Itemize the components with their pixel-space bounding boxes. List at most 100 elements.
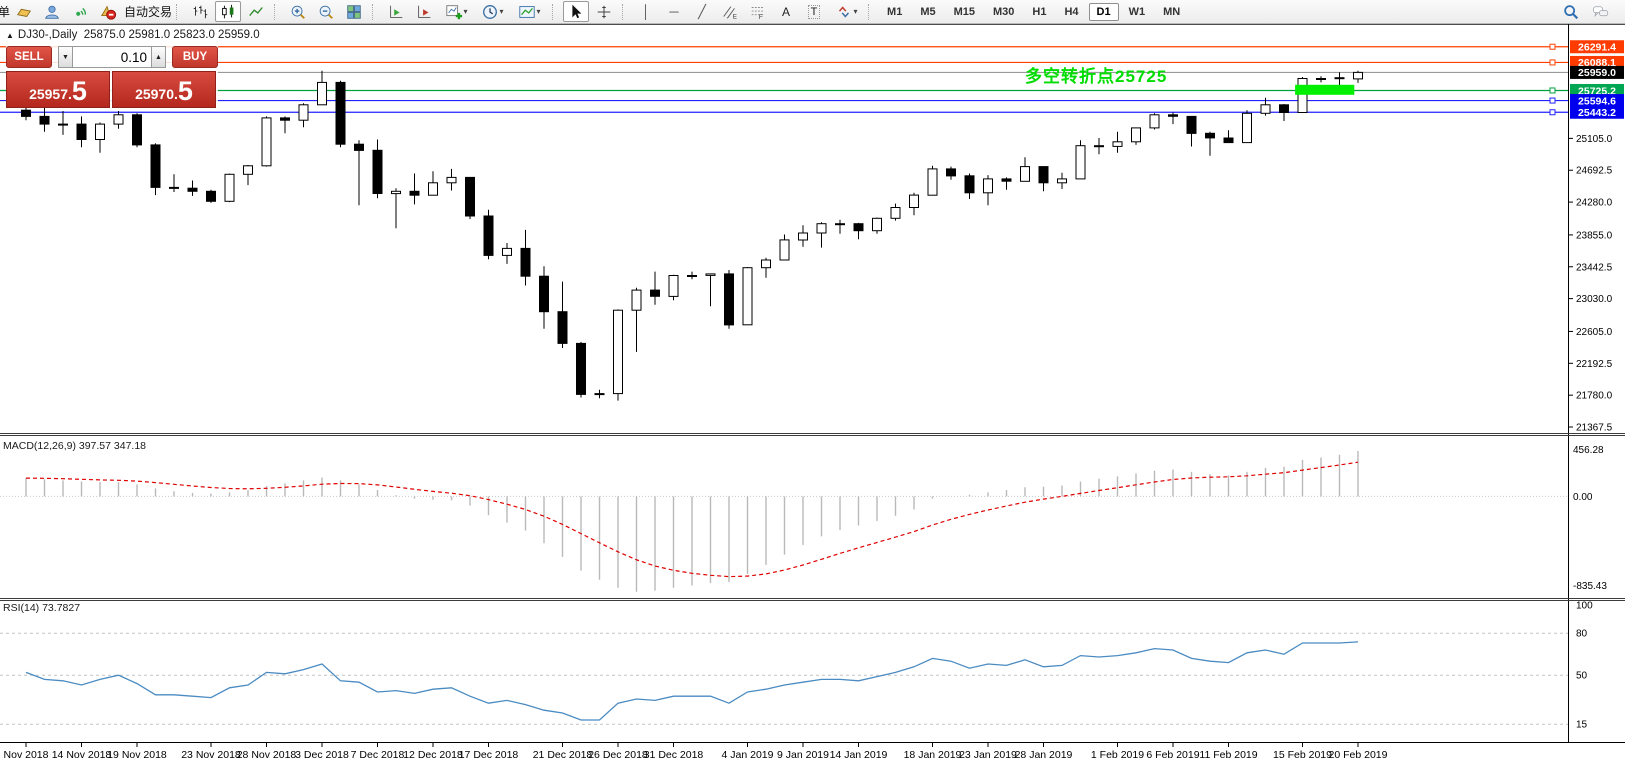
toolbar-separator [552, 4, 559, 20]
timeframe-d1-button[interactable]: D1 [1089, 3, 1119, 21]
horizontal-line-tool-icon[interactable]: ─ [661, 1, 687, 22]
volume-decrease-button[interactable]: ▼ [58, 46, 73, 68]
svg-text:21 Dec 2018: 21 Dec 2018 [533, 749, 593, 761]
crosshair-icon[interactable] [591, 1, 617, 22]
equidistant-channel-tool-icon[interactable]: E [717, 1, 743, 22]
svg-text:-835.43: -835.43 [1573, 581, 1607, 592]
svg-text:E: E [733, 13, 737, 20]
svg-text:12 Dec 2018: 12 Dec 2018 [403, 749, 463, 761]
tile-windows-icon[interactable] [341, 1, 367, 22]
indicators-icon[interactable]: ▾ [439, 1, 473, 22]
chart-title: ▲ DJ30-,Daily 25875.0 25981.0 25823.0 259… [6, 29, 260, 41]
timeframe-h4-button[interactable]: H4 [1056, 3, 1086, 21]
line-chart-icon[interactable] [243, 1, 269, 22]
timeframe-h1-button[interactable]: H1 [1024, 3, 1054, 21]
new-order-label-fragment[interactable]: 单 [0, 3, 10, 20]
volume-increase-button[interactable]: ▲ [151, 46, 166, 68]
svg-text:F: F [759, 14, 763, 21]
svg-text:15 Feb 2019: 15 Feb 2019 [1273, 749, 1332, 761]
line-handle [1550, 60, 1555, 65]
main-toolbar: 单 自动交易 ▾ ▾ ▾ │ ─ ╱ E [0, 0, 1625, 24]
toolbar-separator [274, 4, 281, 20]
svg-text:28 Jan 2019: 28 Jan 2019 [1015, 749, 1073, 761]
timeframe-m30-button[interactable]: M30 [985, 3, 1022, 21]
svg-text:31 Dec 2018: 31 Dec 2018 [644, 749, 704, 761]
fibonacci-tool-icon[interactable]: F [745, 1, 771, 22]
one-click-trading-panel: SELL ▼ 0.10 ▲ BUY 25957.5 25970.5 [6, 45, 218, 108]
buy-price-main: 25970. [135, 83, 178, 105]
svg-text:17 Dec 2018: 17 Dec 2018 [459, 749, 519, 761]
svg-text:21780.0: 21780.0 [1576, 391, 1613, 402]
svg-text:25443.2: 25443.2 [1578, 107, 1616, 119]
svg-text:0.00: 0.00 [1573, 492, 1593, 503]
text-label-tool-icon[interactable]: T [801, 1, 827, 22]
svg-text:23855.0: 23855.0 [1576, 230, 1613, 241]
candlestick-chart-icon[interactable] [215, 1, 241, 22]
timeframe-mn-button[interactable]: MN [1155, 3, 1188, 21]
periods-clock-icon[interactable]: ▾ [475, 1, 509, 22]
vertical-line-tool-icon[interactable]: │ [633, 1, 659, 22]
svg-text:28 Nov 2018: 28 Nov 2018 [237, 749, 297, 761]
svg-text:100: 100 [1576, 601, 1593, 612]
new-order-icon[interactable] [11, 1, 37, 22]
svg-text:50: 50 [1576, 671, 1588, 682]
chevron-down-icon[interactable]: ▾ [537, 7, 541, 16]
toolbar-separator [372, 4, 379, 20]
svg-text:11 Feb 2019: 11 Feb 2019 [1199, 749, 1257, 761]
chat-icon[interactable] [1586, 1, 1616, 22]
timeframe-m15-button[interactable]: M15 [946, 3, 983, 21]
buy-price-display[interactable]: 25970.5 [112, 71, 216, 108]
one-click-collapse-icon[interactable]: ▲ [6, 31, 14, 40]
svg-text:23 Nov 2018: 23 Nov 2018 [181, 749, 241, 761]
toolbar-separator [176, 4, 183, 20]
arrows-tool-icon[interactable]: ▾ [829, 1, 863, 22]
templates-icon[interactable]: ▾ [511, 1, 547, 22]
svg-text:19 Nov 2018: 19 Nov 2018 [107, 749, 167, 761]
zoom-out-icon[interactable] [313, 1, 339, 22]
svg-text:14 Jan 2019: 14 Jan 2019 [830, 749, 888, 761]
svg-text:15: 15 [1576, 720, 1588, 731]
buy-button[interactable]: BUY [172, 46, 218, 68]
signals-icon[interactable] [67, 1, 93, 22]
mql5-community-icon[interactable] [39, 1, 65, 22]
svg-text:18 Jan 2019: 18 Jan 2019 [904, 749, 962, 761]
svg-text:23 Jan 2019: 23 Jan 2019 [959, 749, 1017, 761]
svg-text:26291.4: 26291.4 [1578, 42, 1616, 54]
line-handle [1550, 88, 1555, 93]
chart-ohlc-values: 25875.0 25981.0 25823.0 25959.0 [84, 29, 260, 41]
chart-canvas[interactable]: 25105.024692.524280.023855.023442.523030… [0, 24, 1625, 776]
sell-price-display[interactable]: 25957.5 [6, 71, 110, 108]
trendline-tool-icon[interactable]: ╱ [689, 1, 715, 22]
buy-price-big-digit: 5 [178, 78, 193, 105]
text-tool-icon[interactable]: A [773, 1, 799, 22]
search-icon[interactable] [1558, 1, 1584, 22]
chart-shift-icon[interactable] [411, 1, 437, 22]
timeframe-w1-button[interactable]: W1 [1121, 3, 1154, 21]
cursor-icon[interactable] [563, 1, 589, 22]
chart-window[interactable]: 25105.024692.524280.023855.023442.523030… [0, 24, 1625, 776]
svg-text:14 Nov 2018: 14 Nov 2018 [52, 749, 112, 761]
svg-text:26 Dec 2018: 26 Dec 2018 [588, 749, 648, 761]
sell-button[interactable]: SELL [6, 46, 52, 68]
timeframe-m1-button[interactable]: M1 [879, 3, 910, 21]
chart-background [0, 24, 1625, 776]
svg-text:3 Dec 2018: 3 Dec 2018 [295, 749, 349, 761]
chevron-down-icon[interactable]: ▾ [500, 7, 504, 16]
chevron-down-icon[interactable]: ▾ [854, 7, 858, 16]
svg-text:Nov 2018: Nov 2018 [4, 749, 49, 761]
highlight-rect-object[interactable] [1295, 85, 1354, 95]
chart-symbol-period: DJ30-,Daily [18, 29, 77, 41]
autotrading-label[interactable]: 自动交易 [124, 3, 172, 20]
auto-scroll-icon[interactable] [383, 1, 409, 22]
line-handle [1550, 44, 1555, 49]
autotrading-icon[interactable] [95, 1, 121, 22]
svg-text:22192.5: 22192.5 [1576, 359, 1613, 370]
zoom-in-icon[interactable] [285, 1, 311, 22]
timeframe-m5-button[interactable]: M5 [912, 3, 943, 21]
bar-chart-icon[interactable] [187, 1, 213, 22]
volume-input[interactable]: 0.10 [73, 46, 151, 68]
chevron-down-icon[interactable]: ▾ [464, 7, 468, 16]
chart-annotation-text[interactable]: 多空转折点25725 [1025, 62, 1167, 87]
svg-text:24280.0: 24280.0 [1576, 198, 1613, 209]
toolbar-separator [868, 4, 875, 20]
